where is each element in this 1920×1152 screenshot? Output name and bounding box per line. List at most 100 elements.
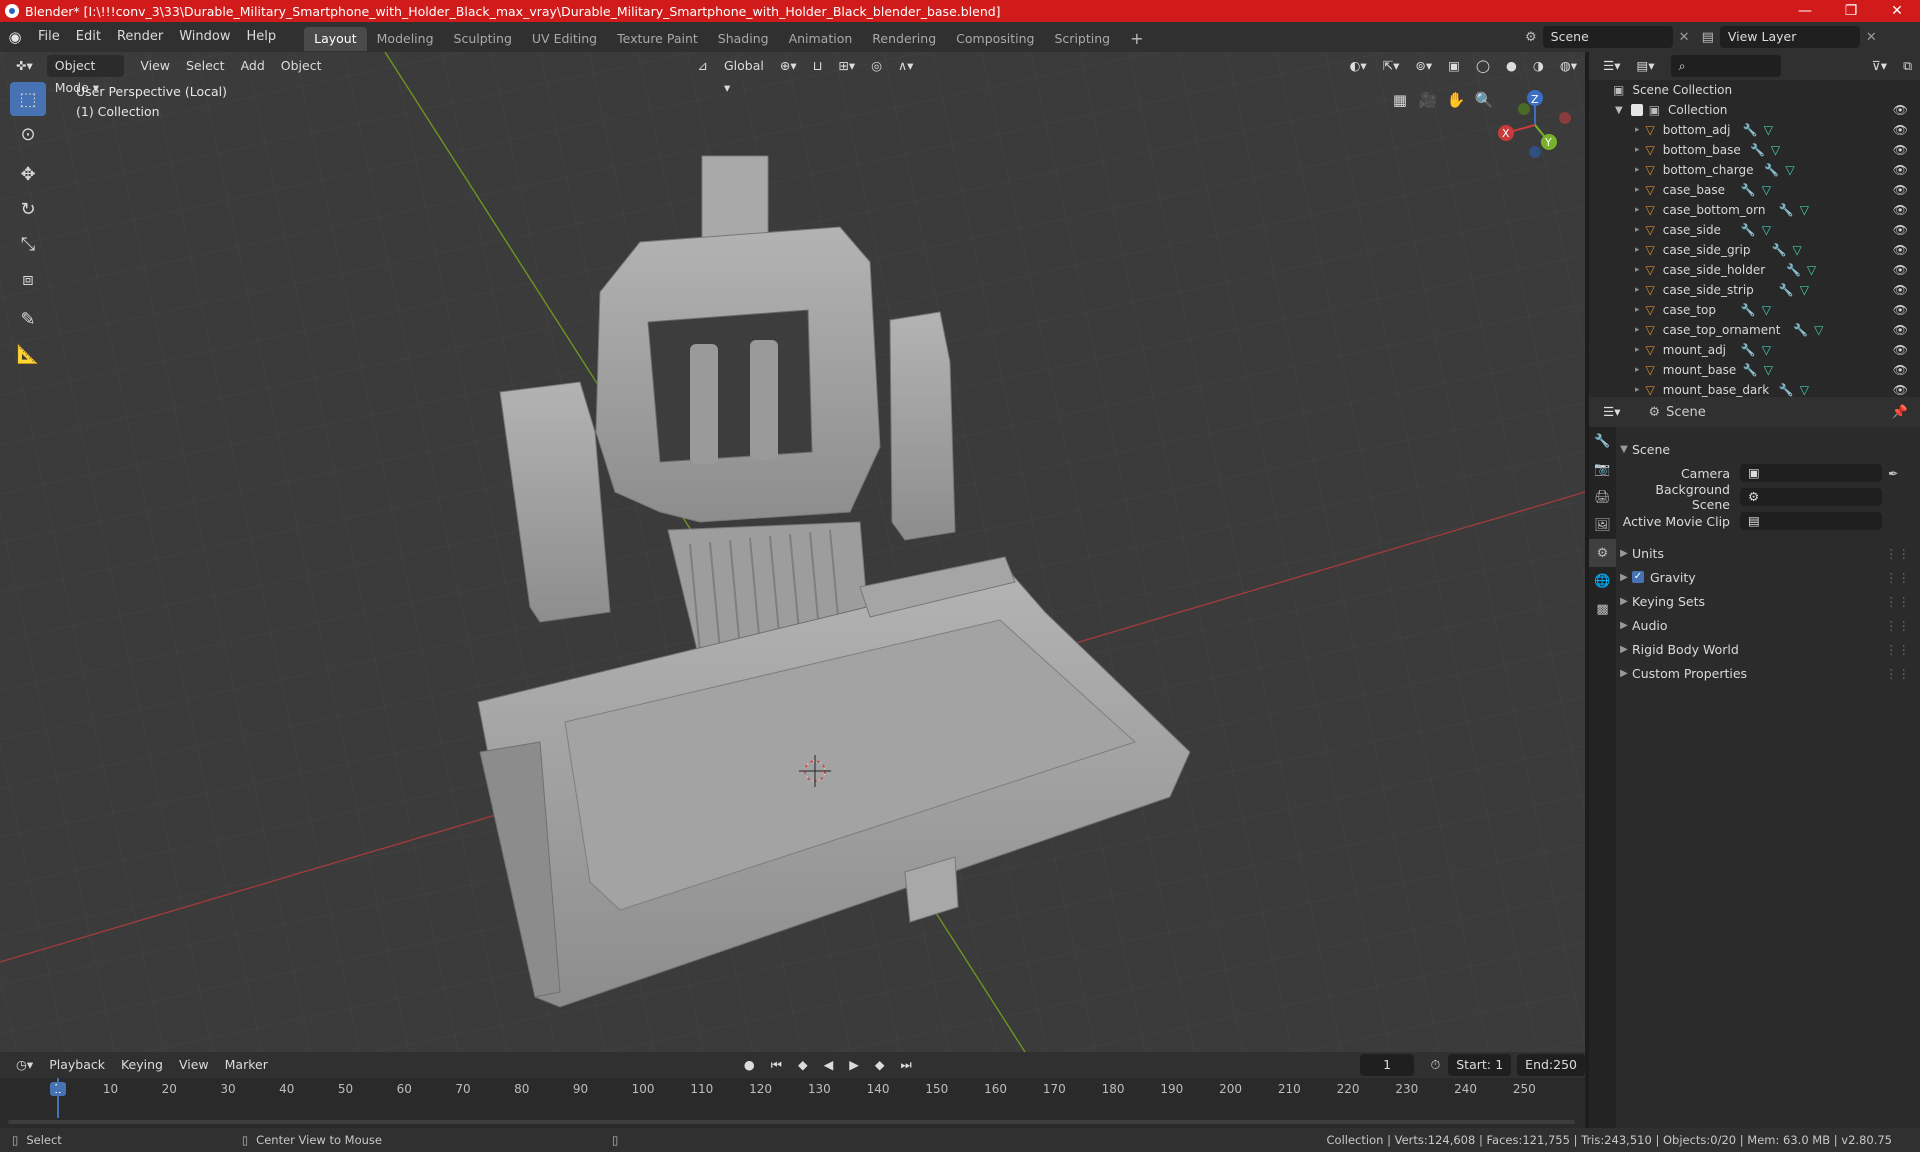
visibility-eye-icon[interactable]: 👁 — [1893, 383, 1908, 397]
jump-start-icon[interactable]: ⏮ — [763, 1054, 790, 1076]
timeline-scrollbar[interactable] — [8, 1120, 1575, 1124]
wireframe-shading-icon[interactable]: ◯ — [1468, 55, 1498, 77]
drag-handle-icon[interactable]: ⋮⋮ — [1885, 570, 1910, 585]
tool-tab-icon[interactable]: 🔧 — [1589, 427, 1616, 455]
mesh-data-icon[interactable]: ▽ — [1762, 223, 1771, 237]
view-layer-close-icon[interactable]: ✕ — [1866, 30, 1877, 45]
timeline-menu-view[interactable]: View — [171, 1054, 217, 1076]
mesh-data-icon[interactable]: ▽ — [1762, 343, 1771, 357]
orientation-dropdown[interactable]: Global ▾ — [716, 55, 772, 95]
3d-viewport[interactable]: Z X Y ✜▾ Object Mode ▾ View Select Add O… — [0, 52, 1585, 1052]
drag-handle-icon[interactable]: ⋮⋮ — [1885, 666, 1910, 681]
modifier-wrench-icon[interactable]: 🔧 — [1743, 123, 1758, 137]
outliner-object-row[interactable]: ▸ ▽ mount_adj 🔧 ▽ 👁 — [1589, 340, 1920, 360]
property-section[interactable]: ▶ Keying Sets ⋮⋮ — [1616, 589, 1920, 613]
xray-icon[interactable]: ▣ — [1440, 55, 1468, 77]
outliner-object-row[interactable]: ▸ ▽ case_side 🔧 ▽ 👁 — [1589, 220, 1920, 240]
tab-rendering[interactable]: Rendering — [862, 27, 946, 51]
outliner-object-row[interactable]: ▸ ▽ case_top_ornament 🔧 ▽ 👁 — [1589, 320, 1920, 340]
visibility-eye-icon[interactable]: 👁 — [1893, 203, 1908, 217]
expand-arrow-icon[interactable]: ▸ — [1635, 125, 1640, 135]
visibility-eye-icon[interactable]: 👁 — [1893, 343, 1908, 357]
outliner-object-row[interactable]: ▸ ▽ case_base 🔧 ▽ 👁 — [1589, 180, 1920, 200]
playhead-line[interactable] — [57, 1078, 59, 1118]
tab-animation[interactable]: Animation — [779, 27, 863, 51]
move-tool-icon[interactable]: ✥ — [10, 157, 46, 191]
scale-tool-icon[interactable]: ⤡ — [10, 227, 46, 261]
solid-shading-icon[interactable]: ● — [1498, 55, 1525, 77]
mesh-data-icon[interactable]: ▽ — [1764, 123, 1773, 137]
pan-hand-icon[interactable]: ✋ — [1443, 86, 1469, 114]
gizmo-toggle-icon[interactable]: ⇱▾ — [1375, 55, 1408, 77]
visibility-eye-icon[interactable]: 👁 — [1893, 163, 1908, 177]
end-frame-field[interactable]: End: 250 — [1517, 1054, 1585, 1076]
collection-expand-icon[interactable]: ▼ — [1615, 105, 1623, 116]
drag-handle-icon[interactable]: ⋮⋮ — [1885, 546, 1910, 561]
outliner-editor-type-icon[interactable]: ☰▾ — [1595, 55, 1628, 77]
transform-tool-icon[interactable]: ⧈ — [10, 262, 46, 296]
visibility-eye-icon[interactable]: 👁 — [1893, 223, 1908, 237]
visibility-eye-icon[interactable]: 👁 — [1893, 303, 1908, 317]
visibility-icon[interactable]: ◐▾ — [1341, 55, 1374, 77]
rotate-tool-icon[interactable]: ↻ — [10, 192, 46, 226]
tab-compositing[interactable]: Compositing — [946, 27, 1044, 51]
new-collection-icon[interactable]: ⧉ — [1895, 55, 1920, 77]
outliner-object-row[interactable]: ▸ ▽ case_top 🔧 ▽ 👁 — [1589, 300, 1920, 320]
property-section[interactable]: ▶ Units ⋮⋮ — [1616, 541, 1920, 565]
tab-shading[interactable]: Shading — [708, 27, 779, 51]
outliner-object-row[interactable]: ▸ ▽ bottom_adj 🔧 ▽ 👁 — [1589, 120, 1920, 140]
modifier-wrench-icon[interactable]: 🔧 — [1793, 323, 1808, 337]
outliner-object-row[interactable]: ▸ ▽ case_bottom_orn 🔧 ▽ 👁 — [1589, 200, 1920, 220]
snap-icon[interactable]: ⊔ — [805, 55, 831, 77]
view-layer-tab-icon[interactable]: 🖼 — [1589, 511, 1616, 539]
tab-layout[interactable]: Layout — [304, 26, 367, 51]
annotate-tool-icon[interactable]: ✎ — [10, 302, 46, 336]
expand-arrow-icon[interactable]: ▸ — [1635, 305, 1640, 315]
tab-sculpting[interactable]: Sculpting — [444, 27, 522, 51]
camera-view-icon[interactable]: 🎥 — [1415, 86, 1441, 114]
display-mode-icon[interactable]: ▤▾ — [1628, 55, 1662, 77]
scene-tab-icon[interactable]: ⚙ — [1589, 539, 1616, 567]
close-button[interactable]: ✕ — [1874, 0, 1920, 22]
mesh-data-icon[interactable]: ▽ — [1814, 323, 1823, 337]
expand-arrow-icon[interactable]: ▸ — [1635, 245, 1640, 255]
falloff-icon[interactable]: ∧▾ — [890, 55, 921, 77]
blender-menu-icon[interactable]: ◉ — [0, 28, 30, 46]
cursor-tool-icon[interactable]: ⊙ — [10, 117, 46, 151]
expand-arrow-icon[interactable]: ▸ — [1635, 365, 1640, 375]
expand-arrow-icon[interactable]: ▸ — [1635, 385, 1640, 395]
tab-uv-editing[interactable]: UV Editing — [522, 27, 607, 51]
modifier-wrench-icon[interactable]: 🔧 — [1741, 303, 1756, 317]
visibility-eye-icon[interactable]: 👁 — [1893, 363, 1908, 377]
play-icon[interactable]: ▶ — [841, 1054, 867, 1076]
scene-collection-row[interactable]: ▣ Scene Collection — [1589, 80, 1920, 100]
timeline-editor-type-icon[interactable]: ◷▾ — [8, 1054, 41, 1076]
modifier-wrench-icon[interactable]: 🔧 — [1764, 163, 1779, 177]
tab-modeling[interactable]: Modeling — [367, 27, 444, 51]
snap-target-icon[interactable]: ⊞▾ — [830, 55, 863, 77]
timeline-menu-keying[interactable]: Keying ▾ — [113, 1054, 171, 1094]
modifier-wrench-icon[interactable]: 🔧 — [1772, 243, 1787, 257]
next-keyframe-icon[interactable]: ◆ — [867, 1054, 893, 1076]
mesh-data-icon[interactable]: ▽ — [1762, 303, 1771, 317]
mesh-data-icon[interactable]: ▽ — [1785, 163, 1794, 177]
start-frame-field[interactable]: Start: 1 — [1448, 1054, 1512, 1076]
view-layer-field[interactable]: View Layer — [1719, 26, 1860, 48]
outliner-object-row[interactable]: ▸ ▽ bottom_charge 🔧 ▽ 👁 — [1589, 160, 1920, 180]
texture-tab-icon[interactable]: ▩ — [1589, 595, 1616, 623]
overlay-toggle-icon[interactable]: ⊚▾ — [1407, 55, 1440, 77]
camera-field[interactable]: ▣ — [1740, 464, 1882, 482]
mesh-data-icon[interactable]: ▽ — [1807, 263, 1816, 277]
toggle-perspective-icon[interactable]: ▦ — [1387, 86, 1413, 114]
mesh-data-icon[interactable]: ▽ — [1762, 183, 1771, 197]
tab-scripting[interactable]: Scripting — [1045, 27, 1121, 51]
world-tab-icon[interactable]: 🌐 — [1589, 567, 1616, 595]
visibility-eye-icon[interactable]: 👁 — [1893, 243, 1908, 257]
visibility-eye-icon[interactable]: 👁 — [1893, 143, 1908, 157]
viewport-menu-view[interactable]: View — [132, 55, 178, 77]
mesh-data-icon[interactable]: ▽ — [1771, 143, 1780, 157]
pin-icon[interactable]: 📌 — [1892, 405, 1908, 420]
add-workspace-button[interactable]: + — [1120, 27, 1153, 51]
editor-type-icon[interactable]: ✜▾ — [8, 55, 41, 77]
visibility-eye-icon[interactable]: 👁 — [1893, 123, 1908, 137]
